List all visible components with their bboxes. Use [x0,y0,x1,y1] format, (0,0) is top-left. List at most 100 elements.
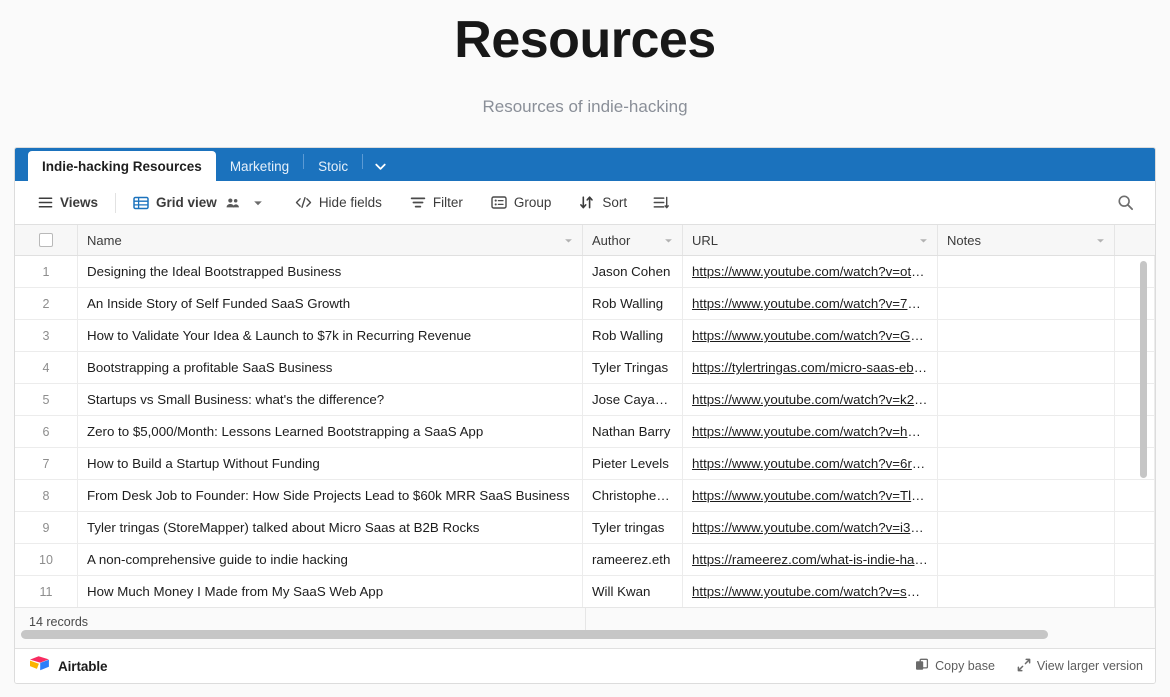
table-row[interactable]: 2 An Inside Story of Self Funded SaaS Gro… [15,288,1155,320]
cell-author[interactable]: Will Kwan [583,576,683,607]
cell-notes[interactable] [938,256,1115,287]
table-row[interactable]: 8 From Desk Job to Founder: How Side Proj… [15,480,1155,512]
cell-notes[interactable] [938,384,1115,415]
cell-notes[interactable] [938,448,1115,479]
cell-name-text: Designing the Ideal Bootstrapped Busines… [87,264,342,279]
cell-url[interactable]: https://www.youtube.com/watch?v=i3d1a… [683,512,938,543]
column-header-author[interactable]: Author [583,225,683,255]
table-row[interactable]: 10 A non-comprehensive guide to indie hac… [15,544,1155,576]
cell-name[interactable]: Bootstrapping a profitable SaaS Business [78,352,583,383]
cell-notes[interactable] [938,480,1115,511]
horizontal-scrollbar-track[interactable] [15,630,1155,639]
cell-url[interactable]: https://www.youtube.com/watch?v=hCRM… [683,416,938,447]
table-row[interactable]: 11 How Much Money I Made from My SaaS Web… [15,576,1155,608]
cell-notes[interactable] [938,576,1115,607]
row-height-button[interactable] [644,191,678,214]
table-row[interactable]: 9 Tyler tringas (StoreMapper) talked abou… [15,512,1155,544]
cell-name[interactable]: Designing the Ideal Bootstrapped Busines… [78,256,583,287]
cell-url[interactable]: https://www.youtube.com/watch?v=smnF… [683,576,938,607]
copy-base-button[interactable]: Copy base [915,658,995,675]
views-button[interactable]: Views [29,191,107,214]
caret-down-icon[interactable] [564,236,573,245]
cell-name-text: How Much Money I Made from My SaaS Web A… [87,584,384,599]
group-button[interactable]: Group [482,191,561,214]
url-link[interactable]: https://www.youtube.com/watch?v=TlDG… [692,488,928,503]
cell-url[interactable]: https://www.youtube.com/watch?v=TlDG… [683,480,938,511]
airtable-logo[interactable]: Airtable [29,655,108,678]
cell-url[interactable]: https://rameerez.com/what-is-indie-hacki… [683,544,938,575]
cell-url[interactable]: https://www.youtube.com/watch?v=GLay… [683,320,938,351]
cell-url[interactable]: https://www.youtube.com/watch?v=7esN… [683,288,938,319]
toolbar-divider [115,192,117,213]
cell-author[interactable]: Tyler tringas [583,512,683,543]
cell-author[interactable]: Christopher … [583,480,683,511]
grid-toolbar: Views Grid view Hide fields Filter Group… [15,181,1155,225]
cell-notes[interactable] [938,320,1115,351]
tab-marketing[interactable]: Marketing [216,152,303,181]
cell-notes[interactable] [938,416,1115,447]
url-link[interactable]: https://tylertringas.com/micro-saas-eboo… [692,360,928,375]
table-row[interactable]: 3 How to Validate Your Idea & Launch to $… [15,320,1155,352]
cell-name[interactable]: A non-comprehensive guide to indie hacki… [78,544,583,575]
sort-button[interactable]: Sort [570,191,636,214]
cell-author[interactable]: Pieter Levels [583,448,683,479]
url-link[interactable]: https://www.youtube.com/watch?v=k26D… [692,392,928,407]
cell-name[interactable]: How to Validate Your Idea & Launch to $7… [78,320,583,351]
cell-author[interactable]: Tyler Tringas [583,352,683,383]
cell-name[interactable]: Tyler tringas (StoreMapper) talked about… [78,512,583,543]
cell-notes[interactable] [938,544,1115,575]
cell-author-text: Jose Cayasso [592,392,673,407]
cell-url[interactable]: https://www.youtube.com/watch?v=otbnC… [683,256,938,287]
cell-name[interactable]: How Much Money I Made from My SaaS Web A… [78,576,583,607]
cell-notes[interactable] [938,288,1115,319]
cell-author[interactable]: Rob Walling [583,288,683,319]
cell-url[interactable]: https://www.youtube.com/watch?v=k26D… [683,384,938,415]
url-link[interactable]: https://www.youtube.com/watch?v=6reL… [692,456,928,471]
cell-author[interactable]: Jose Cayasso [583,384,683,415]
cell-author[interactable]: Jason Cohen [583,256,683,287]
cell-name[interactable]: Startups vs Small Business: what's the d… [78,384,583,415]
url-link[interactable]: https://www.youtube.com/watch?v=i3d1a… [692,520,928,535]
select-all-checkbox[interactable] [39,233,53,247]
table-row[interactable]: 4 Bootstrapping a profitable SaaS Busines… [15,352,1155,384]
url-link[interactable]: https://www.youtube.com/watch?v=hCRM… [692,424,928,439]
url-link[interactable]: https://www.youtube.com/watch?v=otbnC… [692,264,928,279]
filter-button[interactable]: Filter [401,191,472,214]
cell-name[interactable]: From Desk Job to Founder: How Side Proje… [78,480,583,511]
hide-fields-button[interactable]: Hide fields [286,191,391,214]
url-link[interactable]: https://www.youtube.com/watch?v=7esN… [692,296,928,311]
table-row[interactable]: 6 Zero to $5,000/Month: Lessons Learned B… [15,416,1155,448]
cell-url[interactable]: https://tylertringas.com/micro-saas-eboo… [683,352,938,383]
table-row[interactable]: 5 Startups vs Small Business: what's the … [15,384,1155,416]
search-button[interactable] [1108,190,1143,215]
cell-name[interactable]: How to Build a Startup Without Funding [78,448,583,479]
caret-down-icon[interactable] [919,236,928,245]
tab-indie-hacking-resources[interactable]: Indie-hacking Resources [28,151,216,181]
view-larger-version-button[interactable]: View larger version [1017,658,1143,675]
cell-name[interactable]: Zero to $5,000/Month: Lessons Learned Bo… [78,416,583,447]
cell-author[interactable]: Nathan Barry [583,416,683,447]
table-row[interactable]: 1 Designing the Ideal Bootstrapped Busine… [15,256,1155,288]
cell-author[interactable]: rameerez.eth [583,544,683,575]
column-header-url[interactable]: URL [683,225,938,255]
vertical-scrollbar[interactable] [1140,261,1147,478]
caret-down-icon[interactable] [664,236,673,245]
caret-down-icon[interactable] [1096,236,1105,245]
tab-stoic[interactable]: Stoic [304,152,362,181]
table-row[interactable]: 7 How to Build a Startup Without Funding P… [15,448,1155,480]
tabs-overflow-button[interactable] [363,152,400,181]
cell-url[interactable]: https://www.youtube.com/watch?v=6reL… [683,448,938,479]
cell-name[interactable]: An Inside Story of Self Funded SaaS Grow… [78,288,583,319]
record-count-label: 14 records [29,615,89,629]
column-header-name[interactable]: Name [78,225,583,255]
url-link[interactable]: https://www.youtube.com/watch?v=smnF… [692,584,928,599]
url-link[interactable]: https://www.youtube.com/watch?v=GLay… [692,328,928,343]
cell-notes[interactable] [938,512,1115,543]
grid-view-button[interactable]: Grid view [124,191,272,215]
caret-down-icon[interactable] [253,198,263,208]
cell-author[interactable]: Rob Walling [583,320,683,351]
horizontal-scrollbar-thumb[interactable] [21,630,1048,639]
column-header-notes[interactable]: Notes [938,225,1115,255]
url-link[interactable]: https://rameerez.com/what-is-indie-hacki… [692,552,928,567]
cell-notes[interactable] [938,352,1115,383]
